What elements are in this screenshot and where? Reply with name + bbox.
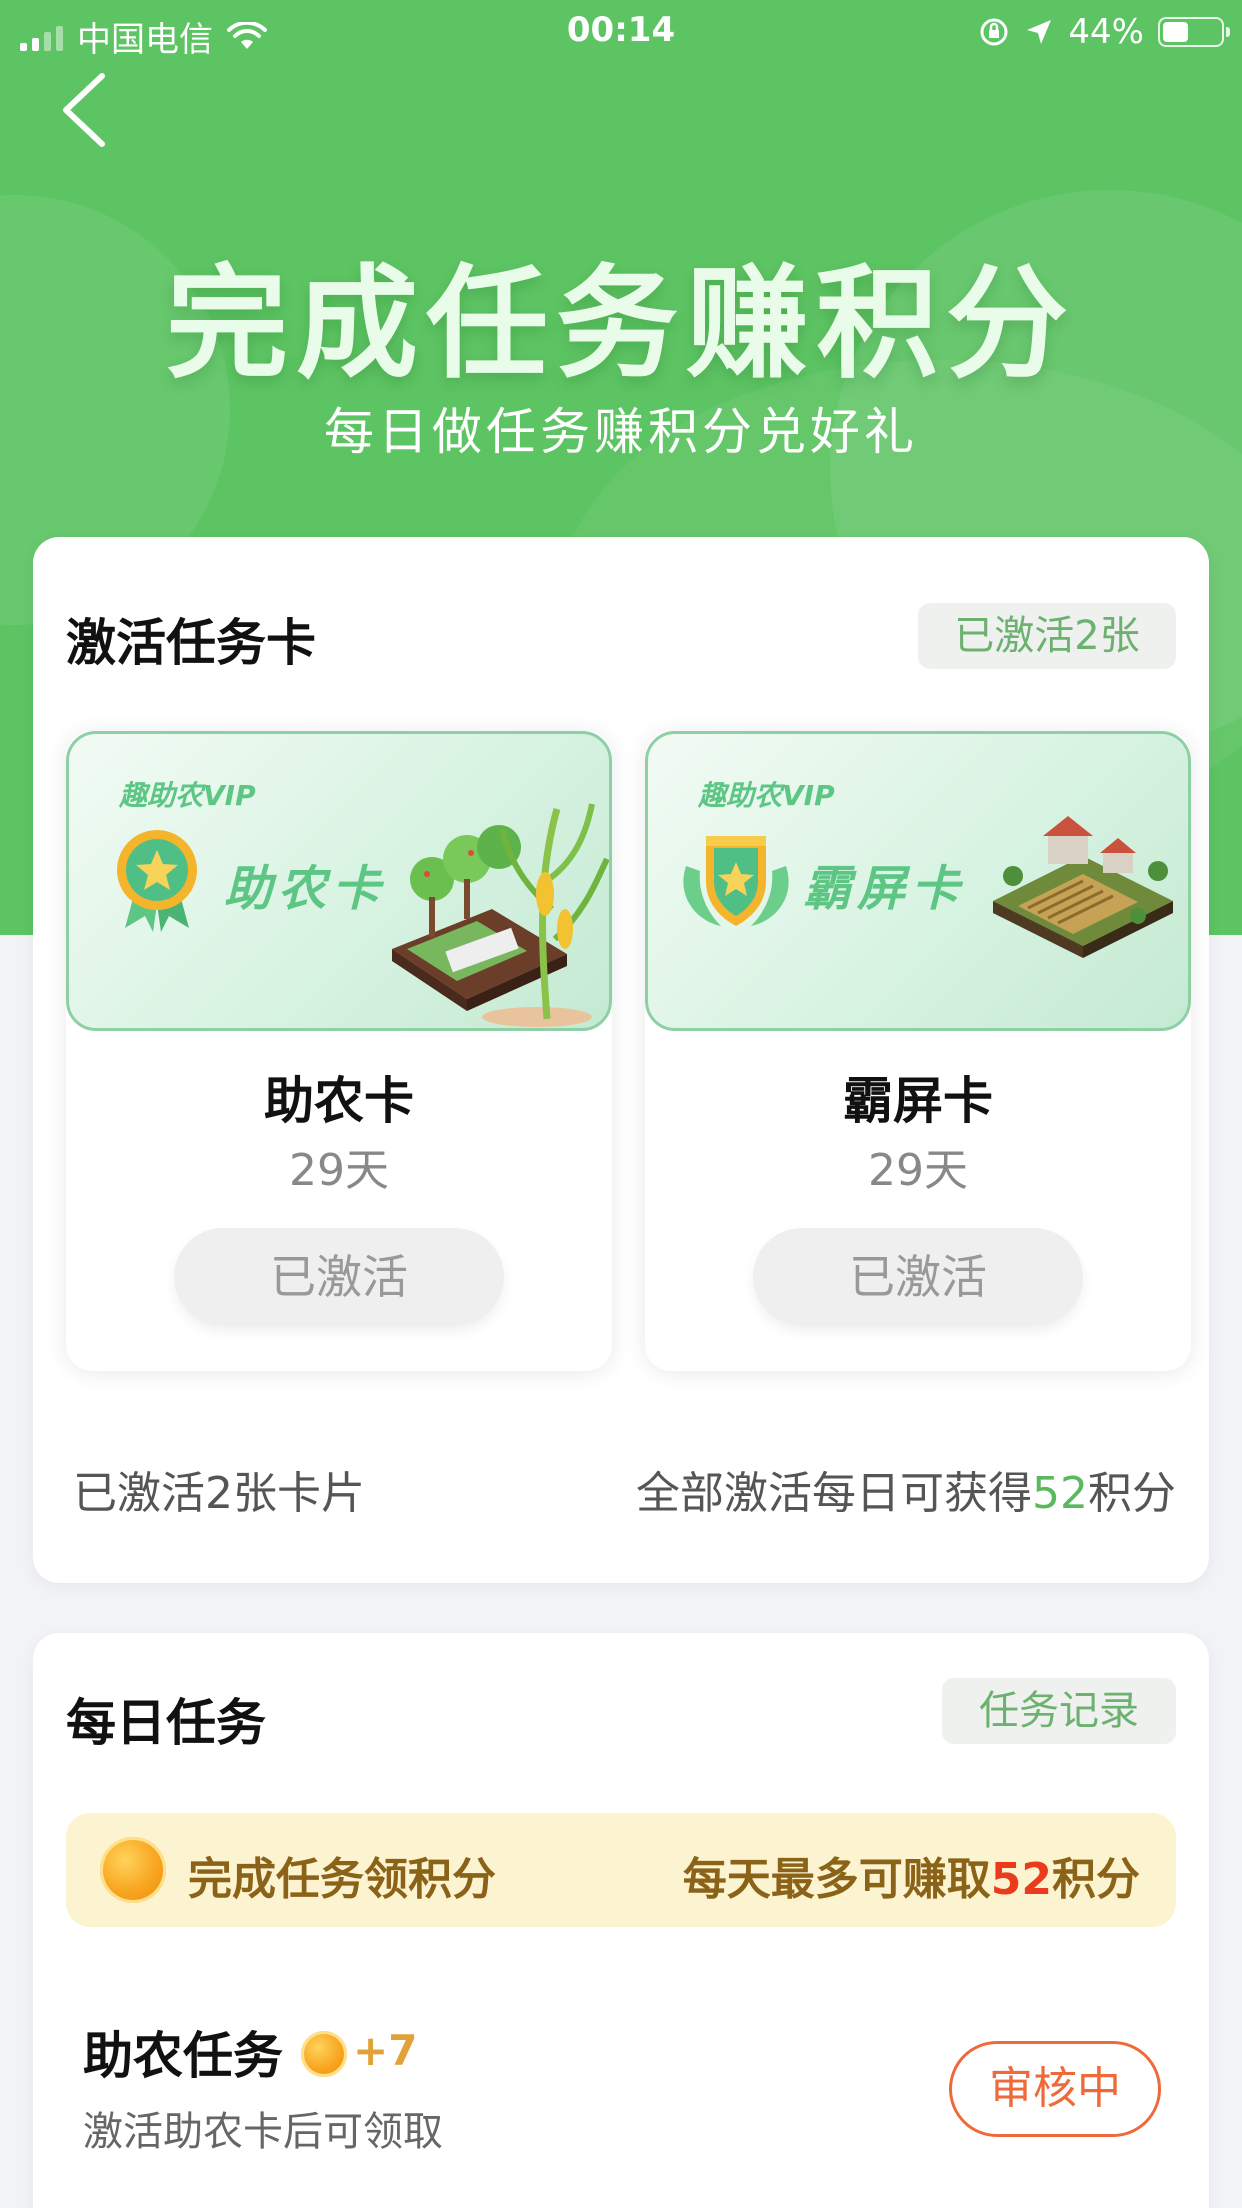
daily-points-summary: 全部激活每日可获得52积分: [636, 1457, 1176, 1521]
rotation-lock-icon: [980, 18, 1008, 46]
medal-icon: [117, 830, 197, 932]
card-name: 霸屏卡: [843, 1072, 993, 1130]
max-points-value: 52: [990, 1854, 1052, 1905]
task-record-button[interactable]: 任务记录: [942, 1678, 1176, 1744]
vip-label: 趣助农VIP: [119, 779, 256, 812]
card-banner: 趣助农VIP 霸屏卡: [645, 731, 1191, 1031]
shield-badge-icon: [683, 836, 789, 926]
points-banner: 完成任务领积分 每天最多可赚取52积分: [66, 1813, 1176, 1927]
status-bar: 中国电信 00:14 44%: [0, 0, 1242, 62]
location-arrow-icon: [1027, 20, 1052, 44]
card-days: 29天: [289, 1145, 389, 1196]
banner-right-suffix: 积分: [1052, 1854, 1140, 1905]
battery-icon: [1158, 17, 1230, 47]
farm-field-illustration: [392, 803, 609, 1027]
banner-card-name: 助农卡: [224, 861, 387, 917]
banner-card-name: 霸屏卡: [803, 861, 966, 917]
card-banner: 趣助农VIP 助农卡: [66, 731, 612, 1031]
daily-task-section: 每日任务 任务记录 完成任务领积分 每天最多可赚取52积分 助农任务 +7 激活…: [33, 1633, 1209, 2208]
vip-label: 趣助农VIP: [698, 779, 835, 812]
section-title: 每日任务: [66, 1694, 266, 1752]
banner-right-prefix: 每天最多可赚取: [682, 1854, 991, 1905]
page-subtitle: 每日做任务赚积分兑好礼: [324, 403, 918, 461]
page-title: 完成任务赚积分: [166, 253, 1076, 395]
battery-percent: 44%: [1068, 12, 1144, 52]
summary-suffix: 积分: [1088, 1468, 1176, 1519]
activated-button[interactable]: 已激活: [753, 1228, 1083, 1326]
activated-count-tag: 已激活2张: [918, 603, 1176, 669]
card-days: 29天: [868, 1145, 968, 1196]
activate-card-section: 激活任务卡 已激活2张 趣助农VIP 助农卡 助农卡 29天 已激活 趣助农VI…: [33, 537, 1209, 1583]
activated-summary: 已激活2张卡片: [73, 1468, 365, 1519]
task-card-zhunong[interactable]: 趣助农VIP 助农卡 助农卡 29天 已激活: [66, 731, 612, 1371]
back-arrow-icon[interactable]: [56, 70, 112, 150]
card-name: 助农卡: [264, 1072, 414, 1130]
coin-icon: [100, 1837, 166, 1903]
banner-left-text: 完成任务领积分: [188, 1854, 496, 1905]
summary-points-value: 52: [1032, 1468, 1088, 1519]
task-status-button[interactable]: 审核中: [949, 2041, 1161, 2137]
task-title: 助农任务: [83, 2027, 283, 2085]
summary-prefix: 全部激活每日可获得: [636, 1468, 1032, 1519]
section-title: 激活任务卡: [66, 614, 316, 672]
activated-button[interactable]: 已激活: [174, 1228, 504, 1326]
farm-village-illustration: [993, 816, 1173, 958]
task-points: +7: [353, 2026, 418, 2075]
task-card-bapin[interactable]: 趣助农VIP 霸屏卡 霸屏卡 29天 已激活: [645, 731, 1191, 1371]
task-description: 激活助农卡后可领取: [83, 2109, 443, 2155]
coin-icon: [301, 2031, 347, 2077]
banner-right-text: 每天最多可赚取52积分: [683, 1843, 1140, 1907]
